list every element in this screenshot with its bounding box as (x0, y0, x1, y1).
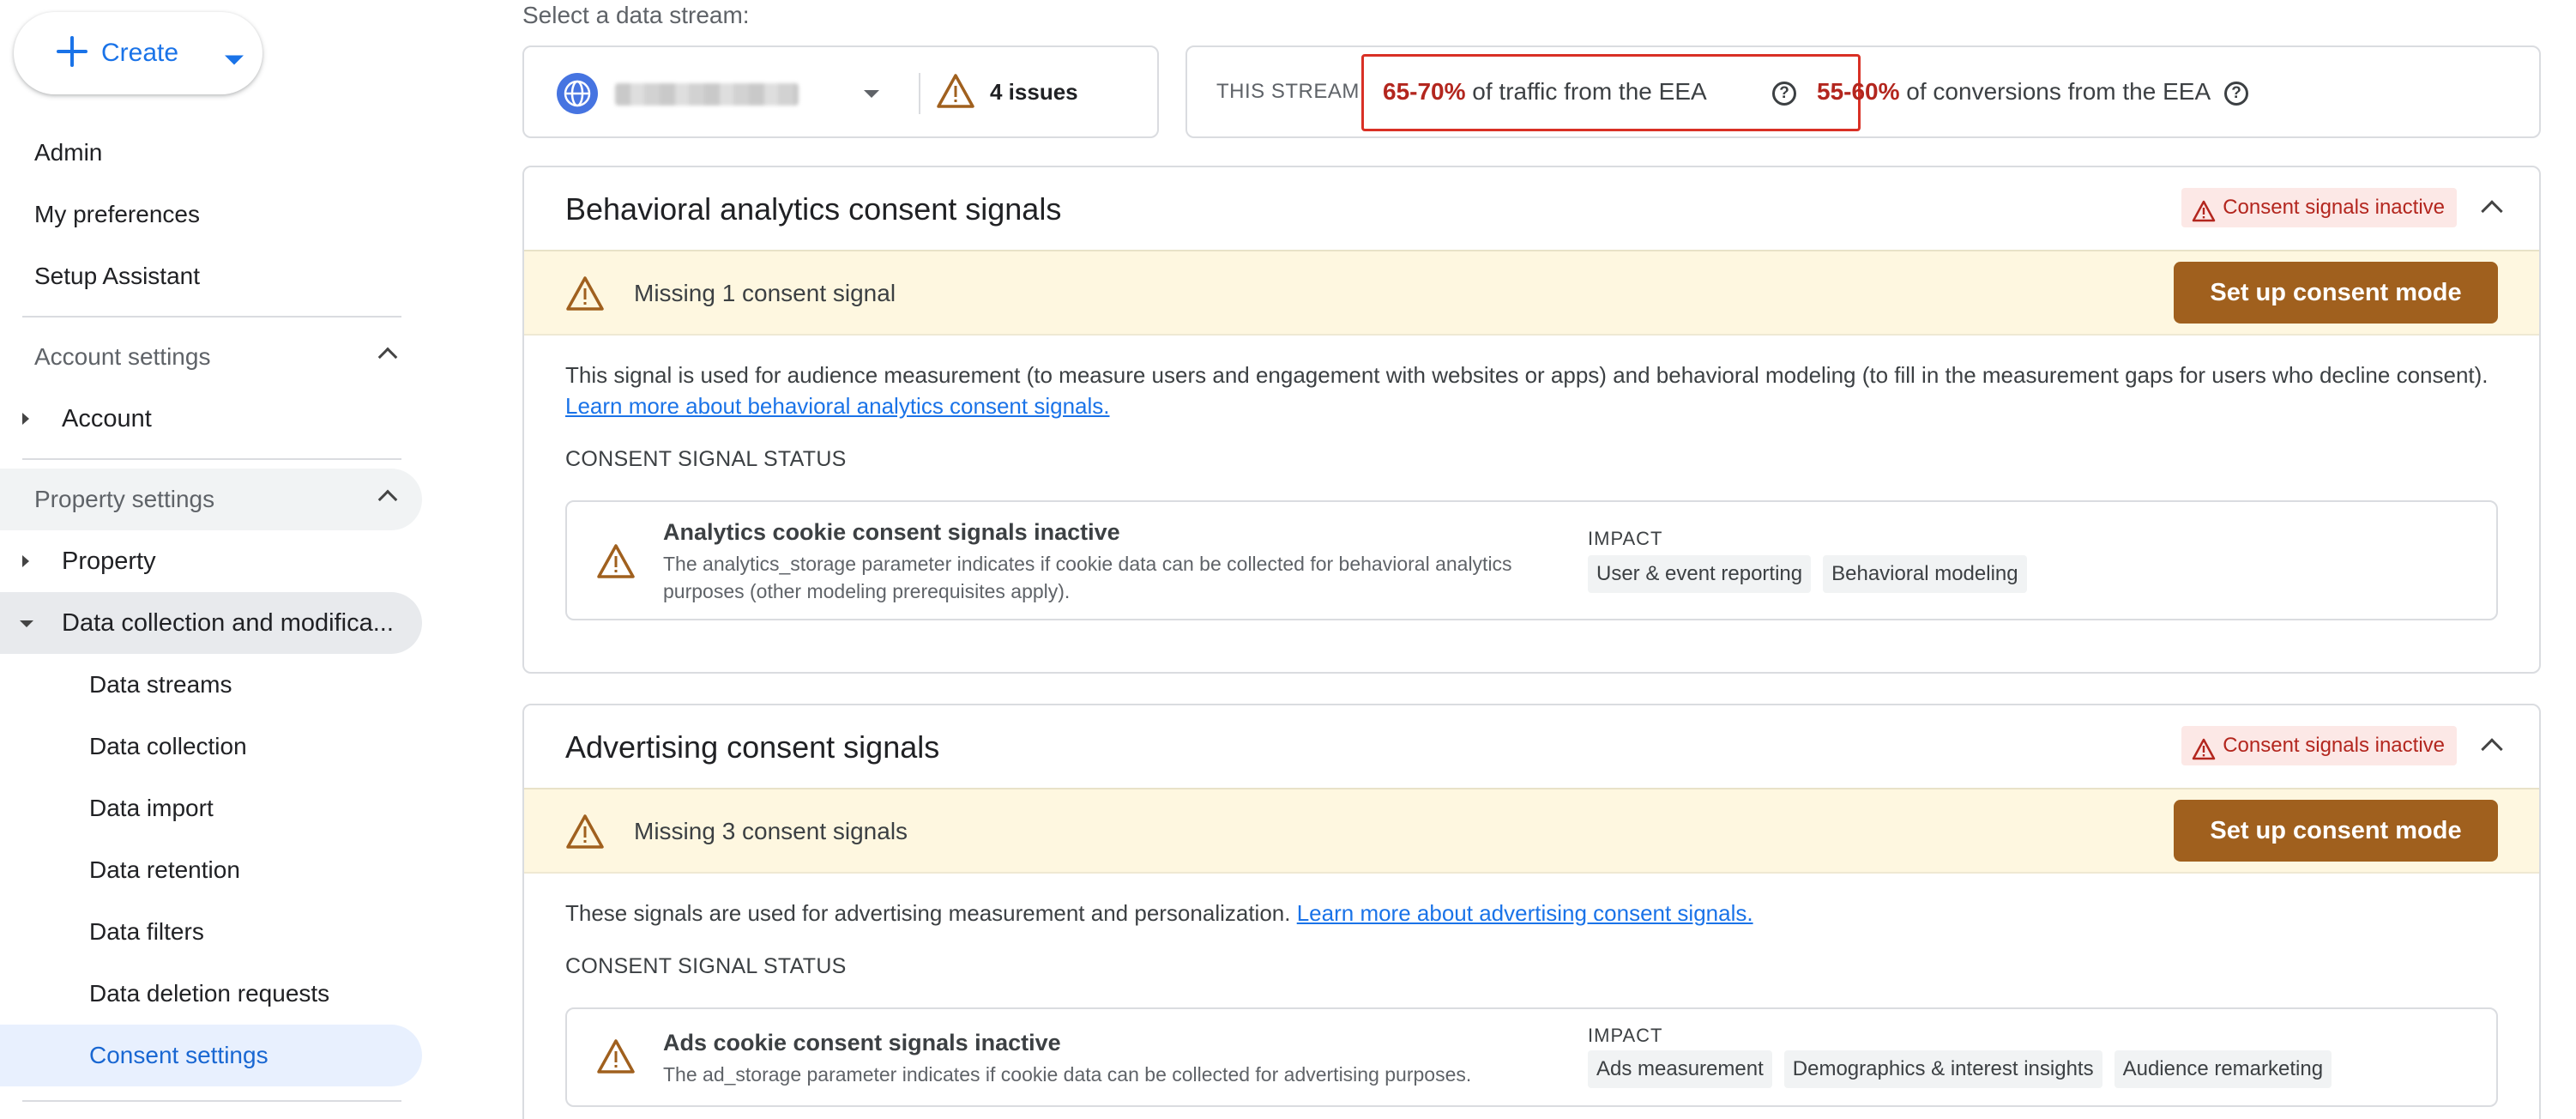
main-content: Select a data stream: 4 issues detected … (480, 0, 2576, 1119)
globe-icon (557, 73, 598, 114)
learn-more-link[interactable]: Learn more about advertising consent sig… (1297, 900, 1753, 926)
collapse-chevron-icon[interactable] (2481, 738, 2503, 760)
signal-card: Analytics cookie consent signals inactiv… (565, 500, 2498, 620)
status-badge: Consent signals inactive (2181, 726, 2457, 765)
sidebar: Create Admin My preferences Setup Assist… (0, 0, 437, 1119)
this-stream-stats: THIS STREAM 65-70% of traffic from the E… (1185, 45, 2541, 138)
behavioral-analytics-section: Behavioral analytics consent signals Con… (522, 166, 2541, 674)
section-title: Behavioral analytics consent signals (565, 191, 1062, 227)
warning-icon (565, 814, 605, 854)
this-stream-label: THIS STREAM (1216, 80, 1360, 103)
tree-item-label: Data collection and modifica... (62, 609, 394, 637)
impact-chip: Ads measurement (1588, 1050, 1772, 1088)
sidebar-divider (22, 316, 401, 318)
consent-signal-status-label: CONSENT SIGNAL STATUS (565, 954, 847, 978)
triangle-right-icon (22, 413, 29, 425)
stream-name-redacted (615, 83, 799, 106)
impact-chip: Behavioral modeling (1823, 555, 2027, 593)
warning-icon (596, 1038, 636, 1079)
stream-selector[interactable]: 4 issues detected (522, 45, 1159, 194)
warning-icon (936, 73, 975, 113)
sub-item-data-deletion-requests[interactable]: Data deletion requests (0, 963, 422, 1025)
consent-signal-status-label: CONSENT SIGNAL STATUS (565, 447, 847, 471)
collapse-chevron-icon[interactable] (2481, 200, 2503, 222)
status-badge-label: Consent signals inactive (2223, 734, 2445, 757)
learn-more-link[interactable]: Learn more about behavioral analytics co… (565, 393, 1110, 419)
warning-icon (2192, 197, 2216, 236)
section-description: This signal is used for audience measure… (565, 360, 2504, 421)
signal-title: Analytics cookie consent signals inactiv… (663, 519, 1120, 545)
caret-down-icon (225, 55, 244, 65)
traffic-percent: 65-70% (1383, 78, 1466, 105)
description-text: This signal is used for audience measure… (565, 362, 2489, 388)
impact-chip: Demographics & interest insights (1783, 1050, 2102, 1088)
sub-item-data-collection[interactable]: Data collection (0, 716, 422, 777)
sub-item-data-import[interactable]: Data import (0, 777, 422, 839)
sub-item-data-retention[interactable]: Data retention (0, 839, 422, 901)
triangle-right-icon (22, 555, 29, 567)
tree-item-account[interactable]: Account (0, 388, 422, 450)
tree-item-label: Account (62, 405, 152, 432)
nav-item-setup-assistant[interactable]: Setup Assistant (34, 251, 200, 302)
status-badge: Consent signals inactive (2181, 188, 2457, 227)
set-up-consent-mode-button[interactable]: Set up consent mode (2174, 262, 2498, 324)
dropdown-caret-icon[interactable] (864, 90, 879, 98)
impact-chip: User & event reporting (1588, 555, 1812, 593)
sub-item-data-filters[interactable]: Data filters (0, 901, 422, 963)
account-settings-label: Account settings (34, 343, 211, 370)
sidebar-divider (22, 458, 401, 460)
warning-icon (596, 543, 636, 584)
tree-item-data-collection-and-modification[interactable]: Data collection and modifica... (0, 592, 422, 654)
property-settings-label: Property settings (34, 486, 215, 512)
help-icon[interactable]: ? (1772, 82, 1796, 106)
warning-icon (565, 275, 605, 316)
missing-signal-banner: Missing 3 consent signals Set up consent… (524, 788, 2539, 874)
missing-signal-banner: Missing 1 consent signal Set up consent … (524, 250, 2539, 336)
impact-label: IMPACT (1588, 528, 1663, 549)
plus-icon (57, 36, 87, 67)
sidebar-divider (22, 1100, 401, 1102)
vertical-divider (919, 73, 920, 114)
banner-text: Missing 1 consent signal (634, 280, 896, 306)
triangle-down-icon (20, 620, 33, 627)
signal-description: The ad_storage parameter indicates if co… (663, 1063, 1472, 1086)
property-settings-header[interactable]: Property settings (0, 469, 422, 530)
chevron-up-icon (377, 347, 398, 367)
sub-item-data-streams[interactable]: Data streams (0, 654, 422, 716)
description-text: These signals are used for advertising m… (565, 900, 1291, 926)
sub-item-consent-settings[interactable]: Consent settings (0, 1025, 422, 1086)
signal-card: Ads cookie consent signals inactive The … (565, 1007, 2498, 1107)
impact-label: IMPACT (1588, 1025, 1663, 1046)
warning-icon (2192, 735, 2216, 774)
conversions-text: of conversions from the EEA (1906, 78, 2211, 105)
create-button-label: Create (101, 39, 179, 67)
banner-text: Missing 3 consent signals (634, 818, 908, 844)
set-up-consent-mode-button[interactable]: Set up consent mode (2174, 800, 2498, 862)
section-title: Advertising consent signals (565, 729, 940, 765)
traffic-stat: 65-70% of traffic from the EEA (1383, 47, 1707, 136)
nav-item-my-preferences[interactable]: My preferences (34, 189, 200, 240)
advertising-section: Advertising consent signals Consent sign… (522, 704, 2541, 1119)
impact-chip: Audience remarketing (2114, 1050, 2332, 1088)
nav-item-admin[interactable]: Admin (34, 127, 102, 178)
create-button[interactable]: Create (14, 12, 262, 94)
stream-select-label: Select a data stream: (522, 2, 750, 28)
section-description: These signals are used for advertising m… (565, 898, 2504, 928)
conversions-stat: 55-60% of conversions from the EEA (1817, 47, 2211, 136)
tree-item-label: Property (62, 547, 156, 575)
signal-description: The analytics_storage parameter indicate… (663, 553, 1512, 602)
impact-chips: User & event reporting Behavioral modeli… (1588, 555, 2027, 593)
chevron-up-icon (377, 489, 398, 510)
tree-item-property[interactable]: Property (0, 530, 422, 592)
status-badge-label: Consent signals inactive (2223, 196, 2445, 219)
traffic-text: of traffic from the EEA (1472, 78, 1707, 105)
conversions-percent: 55-60% (1817, 78, 1900, 105)
account-settings-header[interactable]: Account settings (0, 326, 422, 388)
impact-chips: Ads measurement Demographics & interest … (1588, 1050, 2332, 1088)
help-icon[interactable]: ? (2224, 82, 2248, 106)
signal-title: Ads cookie consent signals inactive (663, 1030, 1061, 1055)
